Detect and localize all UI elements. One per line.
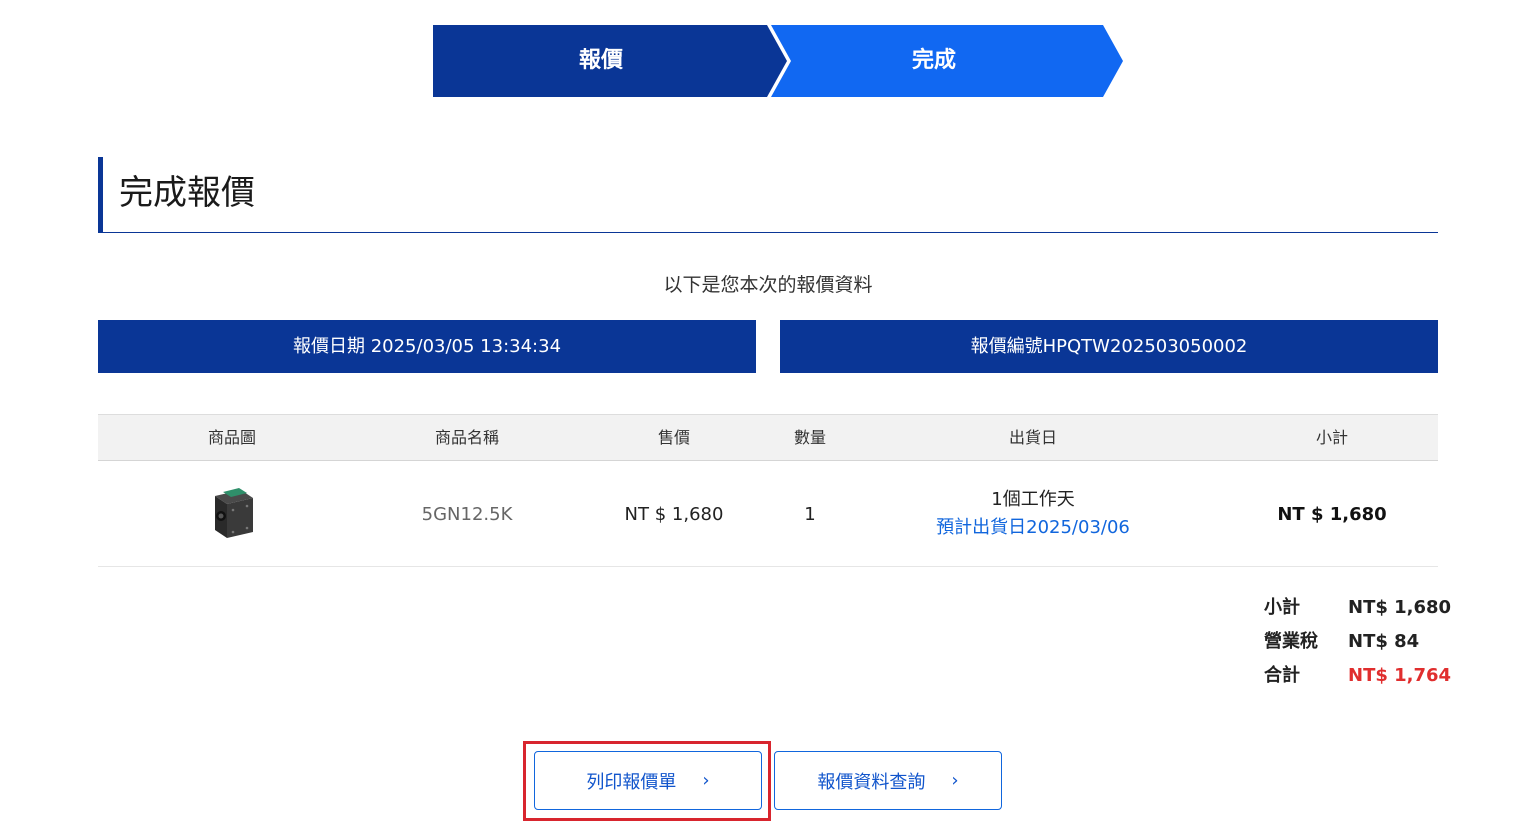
summary-total-row: 合計 NT$ 1,764 bbox=[1264, 660, 1451, 694]
header-price: 售價 bbox=[657, 428, 691, 447]
header-product-image: 商品圖 bbox=[207, 428, 257, 447]
summary-total-value: NT$ 1,764 bbox=[1348, 665, 1452, 686]
gear-motor-icon[interactable] bbox=[207, 488, 257, 540]
chevron-right-icon: › bbox=[702, 770, 710, 791]
page-title: 完成報價 bbox=[119, 173, 255, 213]
ship-date-cell: 1個工作天 預計出貨日2025/03/06 bbox=[936, 461, 1130, 567]
ship-lead-time: 1個工作天 bbox=[991, 489, 1075, 510]
summary-subtotal-row: 小計 NT$ 1,680 bbox=[1264, 592, 1451, 626]
summary-tax-row: 營業稅 NT$ 84 bbox=[1264, 626, 1438, 660]
header-product-name: 商品名稱 bbox=[434, 428, 500, 447]
quote-table: 商品圖 商品名稱 售價 數量 出貨日 小計 5GN12.5K NT $ 1,68… bbox=[98, 414, 1438, 567]
row-subtotal: NT $ 1,680 bbox=[1277, 503, 1387, 525]
print-quote-label: 列印報價單 bbox=[586, 771, 677, 793]
table-header: 商品圖 商品名稱 售價 數量 出貨日 小計 bbox=[98, 414, 1438, 461]
quote-number-bar: 報價編號HPQTW202503050002 bbox=[780, 320, 1438, 373]
product-name: 5GN12.5K bbox=[421, 503, 513, 525]
product-quantity: 1 bbox=[804, 503, 816, 525]
quote-query-label: 報價資料查詢 bbox=[817, 771, 926, 793]
print-quote-button[interactable]: 列印報價單 › bbox=[534, 751, 762, 810]
product-price: NT $ 1,680 bbox=[624, 503, 724, 525]
table-row: 5GN12.5K NT $ 1,680 1 1個工作天 預計出貨日2025/03… bbox=[98, 461, 1438, 567]
chevron-right-icon: › bbox=[951, 770, 959, 791]
section-header: 完成報價 bbox=[98, 157, 1438, 233]
summary-tax-value: NT$ 84 bbox=[1348, 631, 1420, 652]
summary-total-label: 合計 bbox=[1264, 665, 1300, 686]
step-done-label: 完成 bbox=[911, 48, 956, 73]
header-quantity: 數量 bbox=[793, 428, 827, 447]
quote-query-button[interactable]: 報價資料查詢 › bbox=[774, 751, 1002, 810]
product-image-cell bbox=[207, 461, 257, 567]
estimated-ship-date: 預計出貨日2025/03/06 bbox=[936, 517, 1130, 538]
summary-subtotal-label: 小計 bbox=[1264, 597, 1300, 618]
summary-subtotal-value: NT$ 1,680 bbox=[1348, 597, 1452, 618]
header-subtotal: 小計 bbox=[1315, 428, 1349, 447]
progress-steps: 報價 完成 bbox=[433, 25, 1123, 97]
header-ship-date: 出貨日 bbox=[1008, 428, 1058, 447]
step-quote-label: 報價 bbox=[578, 48, 623, 73]
quote-date-bar: 報價日期 2025/03/05 13:34:34 bbox=[98, 320, 756, 373]
price-summary: 小計 NT$ 1,680 營業稅 NT$ 84 合計 NT$ 1,764 bbox=[1264, 592, 1451, 694]
intro-text: 以下是您本次的報價資料 bbox=[663, 274, 873, 296]
summary-tax-label: 營業稅 bbox=[1264, 631, 1318, 652]
